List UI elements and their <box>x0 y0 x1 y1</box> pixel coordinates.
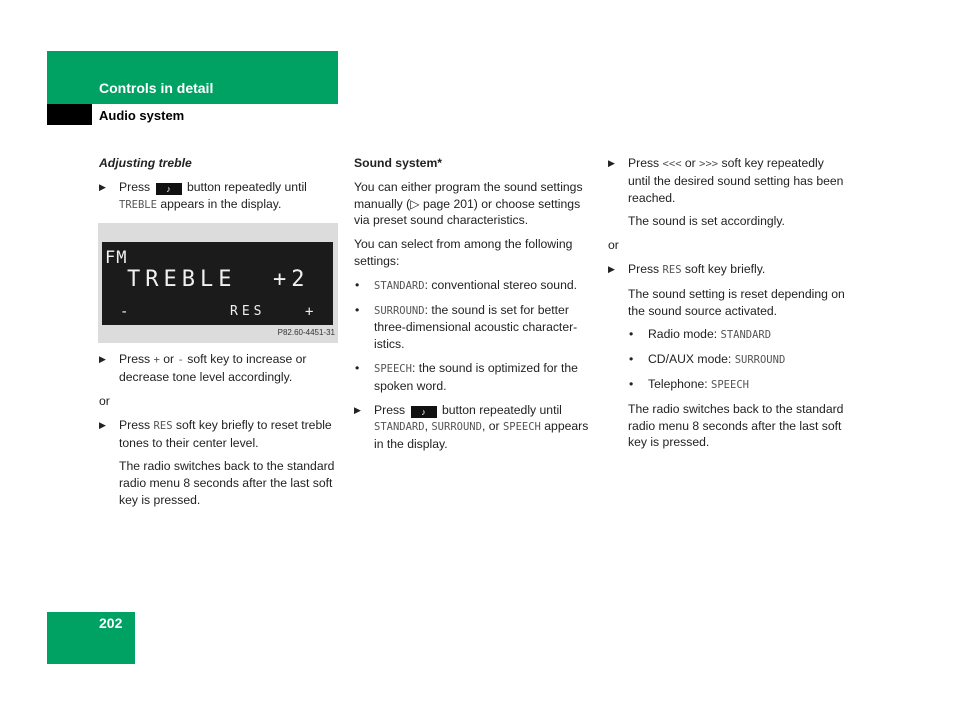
note-timeout: The radio switches back to the standard … <box>628 401 844 450</box>
step-press-sound-key: ▶ Press ♪ button repeatedly until TREBLE… <box>99 179 307 211</box>
header-band <box>47 51 338 104</box>
column-sound-steps: ▶ Press <<< or >>> soft key repeatedly u… <box>608 155 848 458</box>
lcd-screen: FM TREBLE +2 - RES + <box>102 242 333 326</box>
step-res: ▶ Press RES soft key briefly to reset tr… <box>99 417 332 450</box>
page-number: 202 <box>99 615 123 631</box>
lcd-softkey-plus: + <box>305 304 314 321</box>
step-arrow-icon: ▶ <box>608 158 615 168</box>
intro-paragraph: You can either program the sound setting… <box>354 179 583 228</box>
figure-caption: P82.60-4451-31 <box>277 327 335 337</box>
lcd-softkey-minus: - <box>120 304 129 321</box>
list-item: • SURROUND: the sound is set for better … <box>355 302 578 352</box>
radio-display-figure: FM TREBLE +2 - RES + P82.60-4451-31 <box>98 223 338 344</box>
or-separator: or <box>99 393 110 408</box>
step-res: ▶ Press RES soft key briefly. <box>608 261 766 276</box>
settings-paragraph: You can select from among the following … <box>354 237 573 268</box>
lcd-band: FM <box>105 248 128 269</box>
or-separator: or <box>608 238 619 253</box>
lcd-treble-value: TREBLE +2 <box>127 267 310 293</box>
subsection-title: Audio system <box>99 108 185 123</box>
lcd-softkey-res: RES <box>230 304 266 320</box>
list-item: • SPEECH: the sound is optimized for the… <box>355 360 578 393</box>
step-arrow-icon: ▶ <box>99 181 106 192</box>
list-item: • Radio mode: STANDARD <box>629 327 772 342</box>
sound-key-icon: ♪ <box>155 182 182 195</box>
column-sound-system: Sound system* You can either program the… <box>354 155 594 460</box>
section-marker <box>47 104 92 125</box>
heading-sound-system: Sound system* <box>354 156 443 170</box>
list-item: • Telephone: SPEECH <box>629 376 749 391</box>
note-reset: The sound setting is reset depending on … <box>628 286 845 318</box>
step-plus-minus: ▶ Press + or - soft key to increase or d… <box>99 352 307 385</box>
step-arrow-icon: ▶ <box>354 404 361 415</box>
step-arrow-icon: ▶ <box>99 419 106 430</box>
display-term: TREBLE <box>119 198 157 211</box>
list-item: • CD/AUX mode: SURROUND <box>629 352 786 367</box>
column-treble: Adjusting treble ▶ Press ♪ button repeat… <box>98 155 341 516</box>
step-press-sound-key: ▶ Press ♪ button repeatedly until STANDA… <box>354 402 589 452</box>
step-arrow-icon: ▶ <box>608 263 615 274</box>
heading-adjusting-treble: Adjusting treble <box>99 156 192 170</box>
step-arrows: ▶ Press <<< or >>> soft key repeatedly u… <box>608 156 844 205</box>
list-item: • STANDARD: conventional stereo sound. <box>355 277 578 292</box>
note-set: The sound is set accordingly. <box>628 214 785 229</box>
sound-key-icon: ♪ <box>410 405 437 418</box>
step-arrow-icon: ▶ <box>99 354 106 365</box>
section-title: Controls in detail <box>99 80 214 96</box>
note-timeout: The radio switches back to the standard … <box>119 459 335 507</box>
